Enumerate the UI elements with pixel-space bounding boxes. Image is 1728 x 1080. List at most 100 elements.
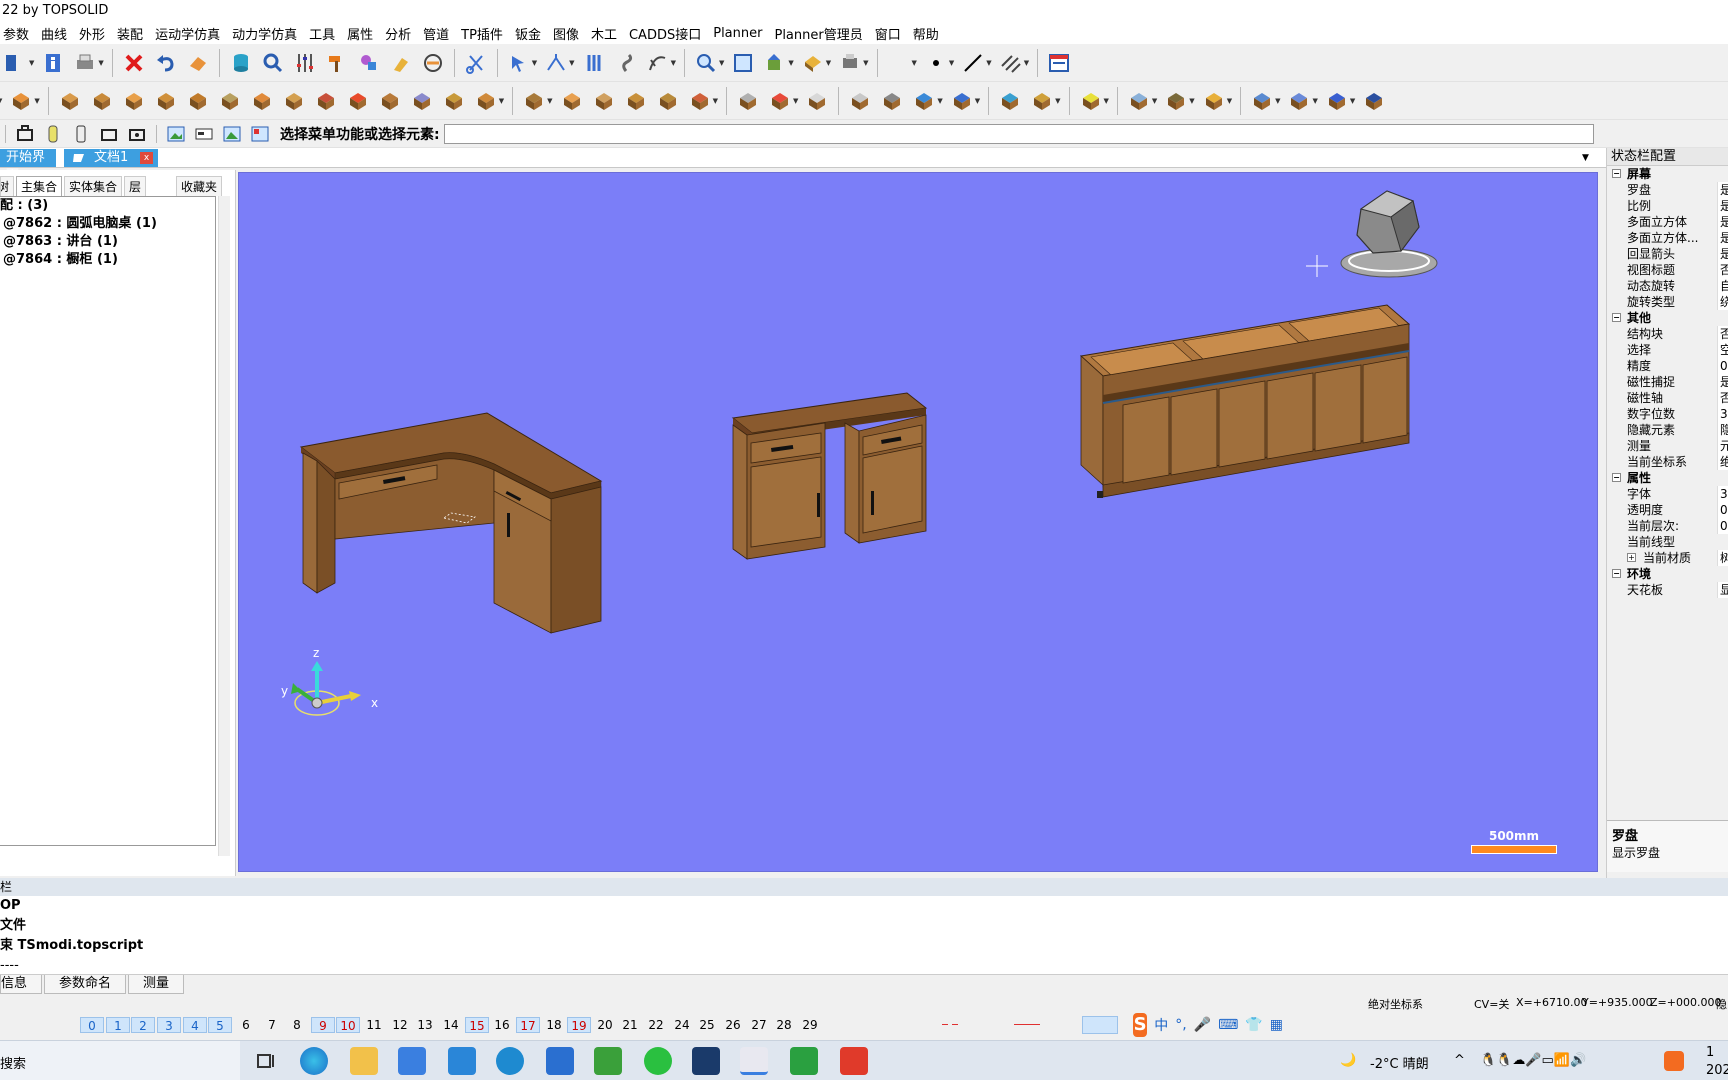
property-row[interactable]: 旋转类型 绕 (1607, 294, 1728, 310)
hammer-icon[interactable] (324, 50, 350, 76)
property-value[interactable]: 是 (1717, 214, 1728, 230)
layer-button[interactable]: 3 (157, 1017, 181, 1033)
property-row[interactable]: 结构块 否 (1607, 326, 1728, 342)
print-icon[interactable] (14, 123, 36, 145)
layer-button[interactable]: 5 (208, 1017, 232, 1033)
menu-item[interactable]: 木工 (588, 24, 626, 43)
tray-arrow-icon[interactable]: ^ (1454, 1053, 1465, 1068)
database-icon[interactable] (228, 50, 254, 76)
layer-button[interactable]: 15 (465, 1017, 489, 1033)
dropdown-arrow-icon[interactable]: ▼ (863, 59, 868, 67)
layer-button[interactable]: 19 (567, 1017, 591, 1033)
layer-button[interactable]: 21 (618, 1017, 642, 1033)
dropdown-arrow-icon[interactable]: ▼ (0, 97, 2, 105)
expand-icon[interactable]: + (1627, 553, 1636, 562)
line-width-icon[interactable] (960, 50, 986, 76)
model-tool-icon[interactable] (623, 88, 649, 114)
layer-button[interactable]: 14 (439, 1017, 463, 1033)
menu-item[interactable]: 曲线 (38, 24, 76, 43)
property-value[interactable]: 绝 (1717, 454, 1728, 470)
sogou-ime-logo[interactable]: S (1133, 1013, 1148, 1037)
property-category[interactable]: − 其他 (1607, 310, 1728, 326)
dropdown-arrow-icon[interactable]: ▼ (1152, 97, 1157, 105)
property-row[interactable]: 隐藏元素 隐 (1607, 422, 1728, 438)
model-tool-icon[interactable] (1324, 88, 1350, 114)
layer-button[interactable]: 25 (695, 1017, 719, 1033)
property-row[interactable]: 测量 元 (1607, 438, 1728, 454)
tools-icon[interactable] (356, 50, 382, 76)
c-app-icon[interactable] (840, 1047, 868, 1075)
dropdown-arrow-icon[interactable]: ▼ (1055, 97, 1060, 105)
property-value[interactable]: 3. (1717, 486, 1728, 502)
model-tool-icon[interactable] (409, 88, 435, 114)
model-tool-icon[interactable] (591, 88, 617, 114)
close-tab-icon[interactable]: x (140, 152, 153, 164)
weather-text[interactable]: -2°C 晴朗 (1370, 1053, 1429, 1072)
file-explorer-icon[interactable] (350, 1047, 378, 1075)
dropdown-arrow-icon[interactable]: ▼ (34, 97, 39, 105)
model-tool-icon[interactable] (185, 88, 211, 114)
card-icon[interactable] (193, 123, 215, 145)
property-value[interactable]: 隐 (1717, 422, 1728, 438)
model-tool-icon[interactable] (121, 88, 147, 114)
property-row[interactable]: 回显箭头 是 (1607, 246, 1728, 262)
delete-icon[interactable] (121, 50, 147, 76)
ime-mode-label[interactable]: 中 (1154, 1015, 1168, 1035)
3d-viewport[interactable]: z y x 500mm (238, 172, 1598, 872)
feishu-icon[interactable] (546, 1047, 574, 1075)
collapse-icon[interactable]: − (1612, 169, 1621, 178)
property-value[interactable]: 自 (1717, 278, 1728, 294)
landscape-icon[interactable] (221, 123, 243, 145)
mail-icon[interactable] (448, 1047, 476, 1075)
menu-item[interactable]: CADDS接口 (626, 24, 710, 43)
model-tool-icon[interactable] (687, 88, 713, 114)
dropdown-arrow-icon[interactable]: ▼ (1275, 97, 1280, 105)
layer-button[interactable]: 13 (413, 1017, 437, 1033)
topsolid-icon[interactable] (740, 1047, 768, 1075)
model-tool-icon[interactable] (281, 88, 307, 114)
eraser-icon[interactable] (185, 50, 211, 76)
menu-item[interactable]: Planner (710, 26, 771, 41)
taskbar-search-text[interactable]: 搜索 (0, 1053, 26, 1072)
layer-button[interactable]: 17 (516, 1017, 540, 1033)
dropdown-arrow-icon[interactable]: ▼ (826, 59, 831, 67)
line-style-selector[interactable] (1082, 1016, 1118, 1034)
property-row[interactable]: 当前坐标系 绝 (1607, 454, 1728, 470)
dropdown-arrow-icon[interactable]: ▼ (98, 59, 103, 67)
model-tool-icon[interactable] (767, 88, 793, 114)
measure-icon[interactable] (420, 50, 446, 76)
property-row[interactable]: 多面立方体... 是 (1607, 230, 1728, 246)
zoom-fit-icon[interactable] (730, 50, 756, 76)
model-tool-icon[interactable] (655, 88, 681, 114)
wechat-icon[interactable] (644, 1047, 672, 1075)
model-podium[interactable] (731, 392, 928, 560)
layer-button[interactable]: 1 (106, 1017, 130, 1033)
left-panel-tab[interactable]: 层 (124, 176, 147, 196)
properties-icon[interactable] (581, 50, 607, 76)
model-cabinet[interactable] (1079, 304, 1411, 498)
property-category[interactable]: − 环境 (1607, 566, 1728, 582)
property-row[interactable]: 当前层次: 0 (1607, 518, 1728, 534)
property-value[interactable]: 绕 (1717, 294, 1728, 310)
menu-item[interactable]: 属性 (344, 24, 382, 43)
hook-icon[interactable] (613, 50, 639, 76)
acrobat-icon[interactable] (594, 1047, 622, 1075)
property-value[interactable]: 显 (1717, 582, 1728, 598)
left-panel-tab[interactable]: 主集合 (16, 176, 63, 196)
dropdown-arrow-icon[interactable]: ▼ (937, 97, 942, 105)
tree-item[interactable]: @7862 : 圆弧电脑桌 (1) (0, 215, 215, 233)
model-tool-icon[interactable] (57, 88, 83, 114)
model-tool-icon[interactable] (1361, 88, 1387, 114)
zoom-icon[interactable] (693, 50, 719, 76)
layer-button[interactable]: 11 (362, 1017, 386, 1033)
left-panel-tab[interactable]: 收藏夹 (176, 176, 223, 196)
coordinate-system[interactable]: 绝对坐标系 (1368, 996, 1423, 1012)
tree-item[interactable]: @7864 : 橱柜 (1) (0, 251, 215, 269)
dropdown-arrow-icon[interactable]: ▼ (788, 59, 793, 67)
scene-canvas[interactable]: z y x (239, 173, 1598, 872)
render-mode-icon[interactable] (800, 50, 826, 76)
layer-button[interactable]: 7 (260, 1017, 284, 1033)
dropdown-arrow-icon[interactable]: ▼ (1227, 97, 1232, 105)
model-tool-icon[interactable] (313, 88, 339, 114)
property-row[interactable]: 动态旋转 自 (1607, 278, 1728, 294)
